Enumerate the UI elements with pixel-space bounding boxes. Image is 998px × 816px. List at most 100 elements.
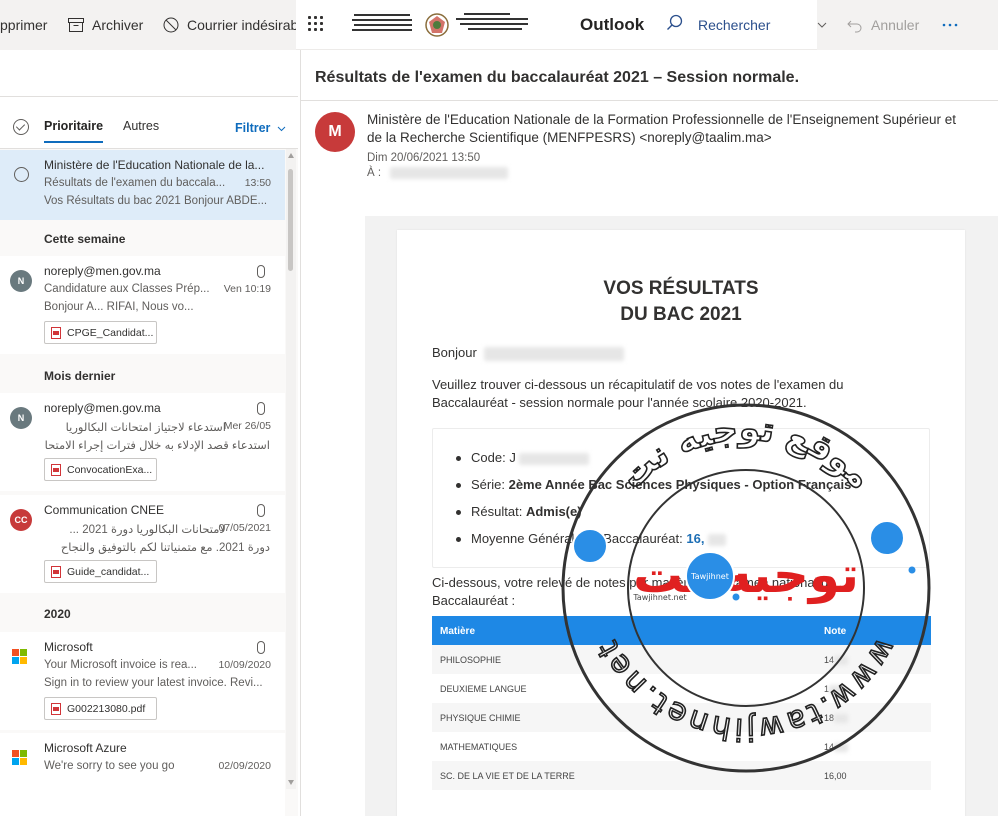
note-value: 18 xyxy=(824,713,835,723)
summary-box: Code: J Série: 2ème Année Bac Sciences P… xyxy=(432,428,930,568)
chevron-down-icon[interactable] xyxy=(817,16,827,34)
resultat-value: Admis(e) xyxy=(525,504,582,519)
message-subject: لامتحانات البكالوريا دورة 2021 ... xyxy=(69,524,226,536)
filter-label: Filtrer xyxy=(235,121,271,135)
attachment-icon xyxy=(257,265,265,278)
message-from: Communication CNEE xyxy=(44,503,165,517)
serie-line: Série: 2ème Année Bac Sciences Physiques… xyxy=(455,477,852,492)
redacted-moyenne xyxy=(708,533,727,546)
cell-matiere: PHYSIQUE CHIMIE xyxy=(440,713,521,723)
resultat-label: Résultat: xyxy=(471,504,523,519)
sender-avatar[interactable]: M xyxy=(315,112,355,152)
to-label: À : xyxy=(367,167,382,180)
search-icon[interactable] xyxy=(666,14,684,37)
list-item[interactable]: Ministère de l'Education Nationale de la… xyxy=(0,150,285,220)
microsoft-logo-icon xyxy=(12,750,28,766)
cell-note: 14 xyxy=(824,655,849,666)
junk-button[interactable]: Courrier indésirab xyxy=(162,16,298,34)
redacted-note xyxy=(834,714,849,724)
message-date: 02/09/2020 xyxy=(218,760,271,772)
group-header[interactable]: Cette semaine xyxy=(44,232,125,246)
cell-note: 14 xyxy=(824,742,849,753)
message-list-pane: Prioritaire Autres Filtrer Ministère de … xyxy=(0,96,298,816)
message-from: Ministère de l'Education Nationale de la… xyxy=(44,158,265,172)
list-item[interactable]: CC Communication CNEE لامتحانات البكالور… xyxy=(0,495,285,593)
group-header[interactable]: Mois dernier xyxy=(44,369,115,383)
scroll-thumb[interactable] xyxy=(288,169,293,271)
list-item[interactable]: Microsoft Azure We're sorry to see you g… xyxy=(0,733,285,816)
note-value: 14 xyxy=(824,655,835,665)
cell-matiere: DEUXIEME LANGUE xyxy=(440,684,527,694)
grades-table: Matière Note PHILOSOPHIE 14 DEUXIEME LAN… xyxy=(432,616,931,790)
message-preview: Sign in to review your latest invoice. R… xyxy=(44,677,263,689)
undo-icon xyxy=(846,16,864,34)
code-line: Code: J xyxy=(455,450,590,465)
cell-matiere: MATHEMATIQUES xyxy=(440,742,518,752)
filter-button[interactable]: Filtrer xyxy=(235,121,286,135)
message-subject: Your Microsoft invoice is rea... xyxy=(44,659,197,671)
attachment-chip[interactable]: Guide_candidat... xyxy=(44,560,157,583)
recipient-line: À : xyxy=(367,167,509,180)
table-header: Matière Note xyxy=(432,616,931,645)
chevron-down-icon xyxy=(277,126,286,131)
message-date: Mer 26/05 xyxy=(223,420,271,432)
list-item[interactable]: Microsoft Your Microsoft invoice is rea.… xyxy=(0,632,285,730)
attachment-chip[interactable]: G002213080.pdf xyxy=(44,697,157,720)
resultat-line: Résultat: Admis(e) xyxy=(456,504,582,519)
scroll-down-icon[interactable] xyxy=(288,780,294,785)
message-subject: استدعاء لاجتياز امتحانات البكالوريا xyxy=(65,422,226,434)
redacted-note xyxy=(829,685,846,695)
pdf-icon xyxy=(51,463,61,476)
search-input[interactable]: Rechercher xyxy=(698,17,770,33)
attachment-icon xyxy=(257,504,265,517)
group-header[interactable]: 2020 xyxy=(44,607,71,621)
list-item[interactable]: N noreply@men.gov.ma Candidature aux Cla… xyxy=(0,256,285,354)
tab-autres[interactable]: Autres xyxy=(123,119,159,133)
message-preview: Vos Résultats du bac 2021 Bonjour ABDE..… xyxy=(44,195,268,207)
attachment-name: ConvocationExa... xyxy=(67,463,153,476)
select-radio[interactable] xyxy=(14,167,29,182)
block-icon xyxy=(162,16,180,34)
attachment-chip[interactable]: CPGE_Candidat... xyxy=(44,321,157,344)
message-list-scrollbar[interactable] xyxy=(286,149,296,789)
redacted-note xyxy=(834,656,849,666)
delete-button[interactable]: pprimer xyxy=(0,16,47,34)
ministry-logo xyxy=(352,10,540,40)
outlook-header: Outlook Rechercher xyxy=(296,0,817,50)
undo-button[interactable]: Annuler xyxy=(846,16,919,34)
divider xyxy=(301,100,998,101)
table-row: DEUXIEME LANGUE 1 xyxy=(432,674,931,703)
attachment-chip[interactable]: ConvocationExa... xyxy=(44,458,157,481)
cell-note: 1 xyxy=(824,684,846,695)
tab-prioritaire[interactable]: Prioritaire xyxy=(44,119,104,143)
sender-name[interactable]: Ministère de l'Education Nationale de la… xyxy=(367,111,967,147)
moyenne-value: 16, xyxy=(686,531,705,546)
select-all-checkbox[interactable] xyxy=(13,119,29,135)
avatar: N xyxy=(10,407,32,429)
outlook-brand[interactable]: Outlook xyxy=(580,15,644,35)
microsoft-logo-icon xyxy=(12,649,28,665)
table-row: SC. DE LA VIE ET DE LA TERRE 16,00 xyxy=(432,761,931,790)
header-matiere: Matière xyxy=(440,626,476,637)
attachment-name: G002213080.pdf xyxy=(67,702,146,715)
message-date: 13:50 xyxy=(244,177,271,189)
moyenne-label: Moyenne Générale du Baccalauréat: xyxy=(471,531,683,546)
greeting-text: Bonjour xyxy=(432,345,477,360)
message-preview: Bonjour A... RIFAI, Nous vo... xyxy=(44,301,194,313)
code-value: J xyxy=(509,450,516,465)
cell-note: 16,00 xyxy=(824,771,847,781)
releve-intro: Ci-dessous, votre relevé de notes par ma… xyxy=(432,575,836,608)
message-preview: استدعاء قصد الإدلاء به خلال فترات إجراء … xyxy=(44,440,270,452)
avatar: CC xyxy=(10,509,32,531)
app-launcher-icon[interactable] xyxy=(306,14,326,34)
message-subject: We're sorry to see you go xyxy=(44,760,175,772)
more-options-button[interactable] xyxy=(942,16,958,34)
serie-value: 2ème Année Bac Sciences Physiques - Opti… xyxy=(508,477,852,492)
results-title-line1: VOS RÉSULTATS xyxy=(603,278,759,299)
table-row: MATHEMATIQUES 14 xyxy=(432,732,931,761)
message-preview: دورة 2021. مع متمنياتنا لكم بالتوفيق وال… xyxy=(60,542,270,554)
list-item[interactable]: N noreply@men.gov.ma استدعاء لاجتياز امت… xyxy=(0,393,285,491)
scroll-up-icon[interactable] xyxy=(288,153,294,158)
code-label: Code: xyxy=(471,450,506,465)
archive-button[interactable]: Archiver xyxy=(67,16,143,34)
